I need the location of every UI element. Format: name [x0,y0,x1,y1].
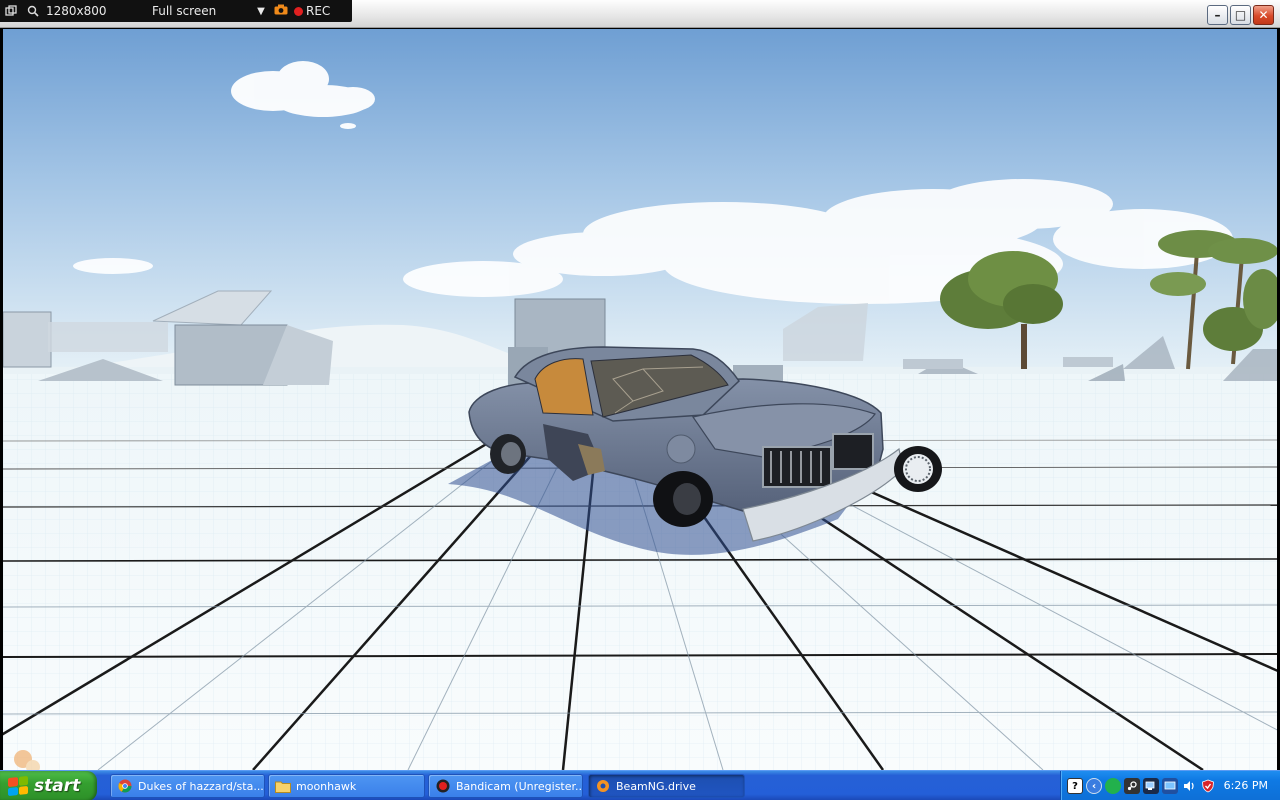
bandicam-toolbar: 1280x800 Full screen ▼ REC [0,0,352,22]
network-icon[interactable] [1143,778,1159,794]
taskbar: start Dukes of hazzard/sta... moonhawk B… [0,770,1280,800]
start-button[interactable]: start [0,771,97,800]
beamng-icon [595,778,611,794]
status-green-icon[interactable] [1105,778,1121,794]
taskbar-item-beamng[interactable]: BeamNG.drive [588,774,745,798]
close-button[interactable]: ✕ [1253,5,1274,25]
taskbar-item-folder[interactable]: moonhawk [268,774,425,798]
game-scene [3,29,1277,770]
taskbar-item-label: Bandicam (Unregister... [456,779,583,793]
system-clock[interactable]: 6:26 PM [1224,779,1268,792]
window-controls: – □ ✕ [1207,5,1274,25]
taskbar-item-chrome[interactable]: Dukes of hazzard/sta... [110,774,265,798]
display-icon[interactable] [1162,778,1178,794]
magnifier-icon[interactable] [22,0,44,22]
security-shield-icon[interactable] [1200,778,1216,794]
folder-icon [275,778,291,794]
start-label: start [34,776,81,796]
record-label[interactable]: REC [306,4,330,18]
taskbar-item-label: BeamNG.drive [616,779,696,793]
capture-mode-select[interactable]: Full screen [152,4,252,18]
capture-resolution: 1280x800 [46,4,107,18]
taskbar-item-bandicam[interactable]: Bandicam (Unregister... [428,774,583,798]
record-dot-icon[interactable] [294,6,303,16]
system-tray: ? ‹ 6:26 PM [1060,771,1280,800]
maximize-button[interactable]: □ [1230,5,1251,25]
help-icon[interactable]: ? [1067,778,1083,794]
steam-icon[interactable] [1124,778,1140,794]
taskbar-item-label: Dukes of hazzard/sta... [138,779,264,793]
camera-icon[interactable] [270,4,292,18]
windows-logo-icon [8,775,28,797]
chrome-icon [117,778,133,794]
show-hidden-icons-button[interactable]: ‹ [1086,778,1102,794]
window-mode-icon[interactable] [0,0,22,22]
minimize-button[interactable]: – [1207,5,1228,25]
chevron-down-icon[interactable]: ▼ [252,6,270,17]
volume-icon[interactable] [1181,778,1197,794]
taskbar-item-label: moonhawk [296,779,357,793]
bandicam-icon [435,778,451,794]
game-viewport[interactable] [3,29,1277,770]
